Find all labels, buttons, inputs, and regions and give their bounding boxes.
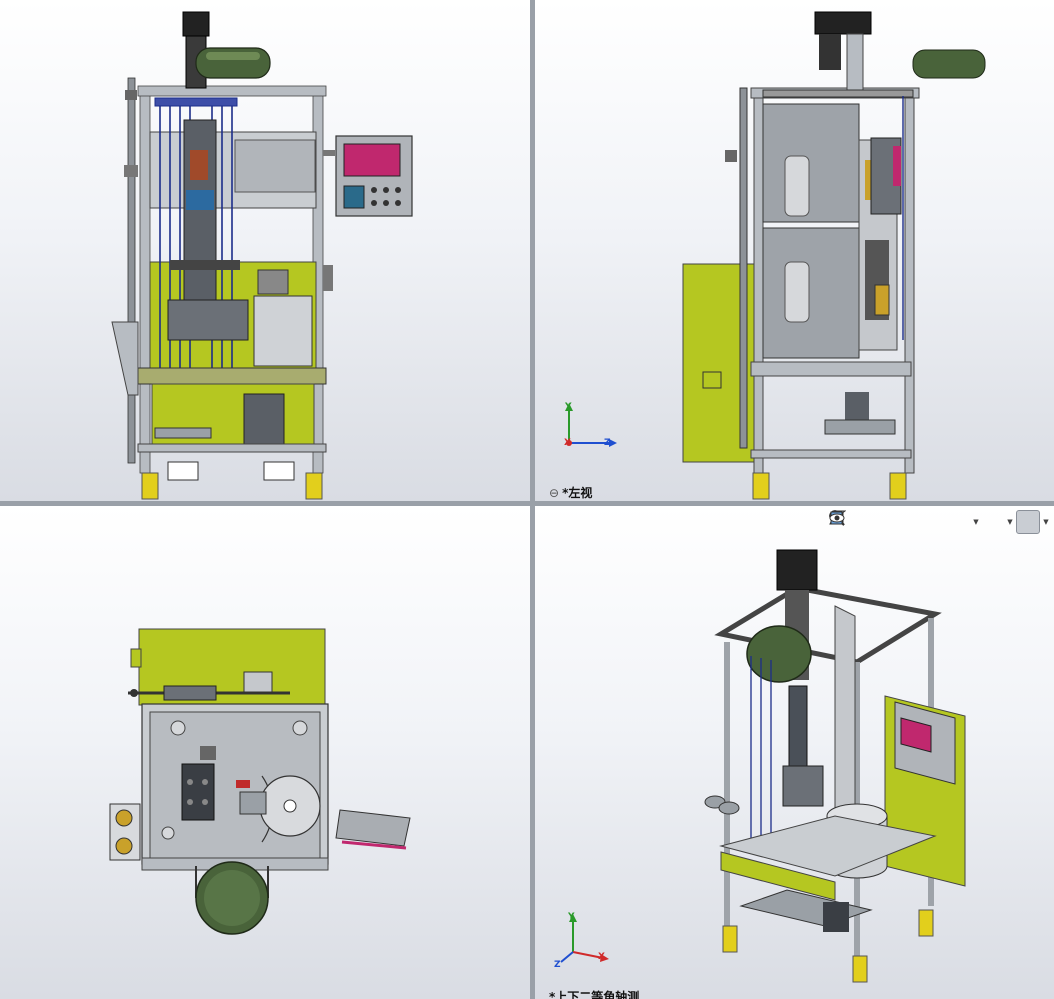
triad-y-label: Y bbox=[565, 402, 572, 412]
triad-z-label: Z bbox=[554, 960, 561, 970]
viewport-isometric[interactable]: ▼ ▼ ▼ Y X Z *上下二等角轴测 bbox=[535, 506, 1054, 999]
front-view-model bbox=[111, 11, 413, 500]
triad-x-label: X bbox=[598, 952, 605, 962]
viewport-left[interactable]: Y Z X ⊖ *左视 bbox=[535, 0, 1054, 501]
axis-triad-iso bbox=[560, 914, 609, 963]
viewport-front[interactable] bbox=[0, 0, 530, 501]
triad-z-label: Z bbox=[604, 438, 611, 448]
viewport-top[interactable] bbox=[0, 506, 530, 999]
link-view-icon: ⊖ bbox=[549, 486, 560, 500]
view-label-left: ⊖ *左视 bbox=[549, 484, 592, 501]
view-name: *左视 bbox=[562, 486, 593, 500]
view-label-iso: *上下二等角轴测 bbox=[549, 990, 640, 999]
triad-x-label: X bbox=[564, 438, 571, 448]
triad-y-label: Y bbox=[568, 912, 575, 922]
top-view-model bbox=[109, 628, 411, 935]
